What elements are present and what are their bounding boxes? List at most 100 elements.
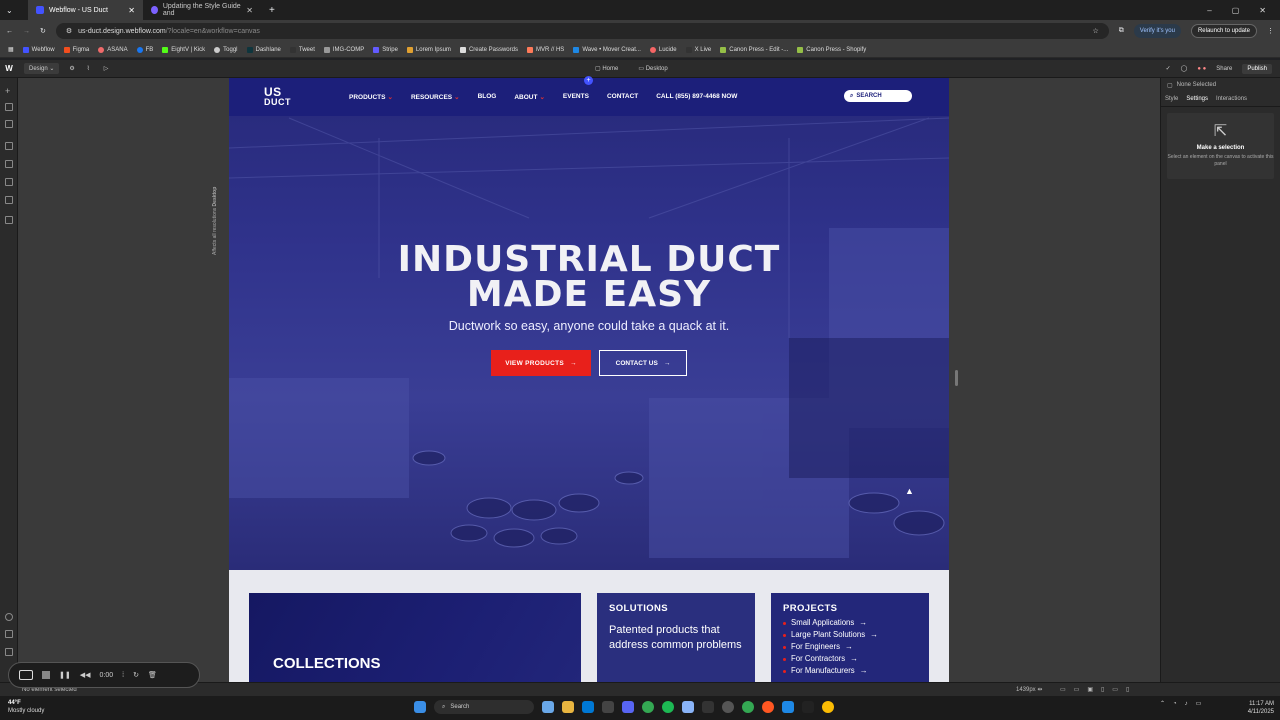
bookmark-lorem[interactable]: Lorem Ipsum <box>406 46 451 53</box>
wifi-icon[interactable]: ◔ <box>1173 701 1177 707</box>
tab-style-guide[interactable]: Updating the Style Guide and ✕ <box>143 0 261 20</box>
list-item[interactable]: Small Applications → <box>783 617 878 629</box>
settings-icon[interactable]: ⚙ <box>69 65 74 72</box>
bookmark-kick[interactable]: EightV | Kick <box>162 46 205 53</box>
bookmark-asana[interactable]: ASANA <box>98 46 128 53</box>
card-collections[interactable]: COLLECTIONS <box>249 593 581 682</box>
extensions-icon[interactable]: ⧉ <box>1119 27 1124 35</box>
verify-button[interactable]: Verify it's you <box>1133 24 1181 38</box>
bookmark-figma[interactable]: Figma <box>63 46 89 53</box>
forward-icon[interactable]: → <box>23 28 30 35</box>
tab-webflow[interactable]: Webflow - US Duct ✕ <box>28 0 143 20</box>
menu-icon[interactable]: ⋮ <box>1267 27 1274 35</box>
taskbar-search[interactable]: ⌕ Search <box>434 700 534 714</box>
bookmark-mvr[interactable]: MVR // HS <box>526 46 564 53</box>
assets-icon[interactable] <box>5 196 13 204</box>
canvas-resize-handle[interactable] <box>955 370 958 386</box>
list-item[interactable]: For Engineers → <box>783 641 878 653</box>
start-menu-icon[interactable] <box>414 701 426 713</box>
reload-icon[interactable]: ↻ <box>40 27 46 35</box>
new-tab-icon[interactable]: + <box>261 5 275 16</box>
bookmark-stripe[interactable]: Stripe <box>373 46 398 53</box>
variables-icon[interactable] <box>5 178 13 186</box>
volume-icon[interactable]: ♪ <box>1185 701 1188 707</box>
nav-products[interactable]: PRODUCTS ⌄ <box>349 93 393 101</box>
obs-icon[interactable] <box>722 701 734 713</box>
us-duct-logo[interactable]: US DUCT <box>264 86 296 107</box>
url-field[interactable]: ⚙ us-duct.design.webflow.com/?locale=en&… <box>55 23 1109 39</box>
app-icon[interactable] <box>602 701 614 713</box>
webflow-logo-icon[interactable]: W <box>0 64 18 73</box>
cms-icon[interactable] <box>5 160 13 168</box>
add-section-icon[interactable]: + <box>584 76 593 85</box>
check-icon[interactable]: ✓ <box>1166 65 1171 72</box>
spotify-icon[interactable] <box>662 701 674 713</box>
brave-icon[interactable] <box>762 701 774 713</box>
app-icon[interactable] <box>802 701 814 713</box>
bookmark-toggl[interactable]: Toggl <box>214 46 238 53</box>
tab-style[interactable]: Style <box>1165 96 1178 102</box>
collaborators-avatars[interactable]: ● ● <box>1197 66 1206 72</box>
share-button[interactable]: Share <box>1216 66 1232 72</box>
list-item[interactable]: For Contractors → <box>783 653 878 665</box>
rewind-icon[interactable]: ◀◀ <box>80 671 91 679</box>
file-explorer-icon[interactable] <box>562 701 574 713</box>
settings-gear-icon[interactable] <box>5 613 13 621</box>
chrome-icon[interactable] <box>822 701 834 713</box>
discord-icon[interactable] <box>622 701 634 713</box>
page-selector[interactable]: ▢ Home <box>595 65 618 72</box>
back-icon[interactable]: ← <box>6 28 13 35</box>
restart-icon[interactable]: ↻ <box>133 671 139 679</box>
bookmark-fb[interactable]: FB <box>136 46 153 53</box>
tab-menu-icon[interactable]: ⌄ <box>0 6 28 15</box>
bookmark-star-icon[interactable]: ☆ <box>1093 27 1099 35</box>
analytics-icon[interactable]: ⌇ <box>87 65 90 72</box>
mode-dropdown[interactable]: Design ⌄ <box>24 63 60 74</box>
preview-icon[interactable]: ▷ <box>104 65 109 72</box>
bookmark-wave[interactable]: Wave • Mover Creat... <box>573 46 641 53</box>
bookmark-img-comp[interactable]: IMG-COMP <box>323 46 364 53</box>
pause-icon[interactable]: ❚❚ <box>59 671 71 679</box>
components-icon[interactable] <box>5 142 13 150</box>
pages-icon[interactable] <box>5 103 13 111</box>
edge-icon[interactable] <box>582 701 594 713</box>
tab-interactions[interactable]: Interactions <box>1216 96 1247 102</box>
nav-resources[interactable]: RESOURCES ⌄ <box>411 93 460 101</box>
apps-grid-icon[interactable]: ▦ <box>8 46 14 53</box>
maximize-icon[interactable]: ▢ <box>1232 6 1240 15</box>
bookmark-x-live[interactable]: X Live <box>685 46 711 53</box>
battery-icon[interactable]: ▭ <box>1196 700 1202 707</box>
list-item[interactable]: Large Plant Solutions → <box>783 629 878 641</box>
help-icon[interactable] <box>5 630 13 638</box>
contact-us-button[interactable]: CONTACT US → <box>599 350 687 376</box>
close-icon[interactable]: ✕ <box>246 6 253 15</box>
bookmark-lucide[interactable]: Lucide <box>649 46 677 53</box>
bookmark-dashlane[interactable]: Dashlane <box>246 46 281 53</box>
view-products-button[interactable]: VIEW PRODUCTS → <box>491 350 591 376</box>
weather-widget[interactable]: 44°F Mostly cloudy <box>8 699 44 715</box>
breakpoint-icons[interactable]: ▭▭▣▯▭▯ <box>1060 686 1137 693</box>
add-icon[interactable]: + <box>5 86 13 96</box>
relaunch-button[interactable]: Relaunch to update <box>1190 24 1257 38</box>
publish-button[interactable]: Publish <box>1242 63 1272 74</box>
card-projects[interactable]: PROJECTS Small Applications → Large Plant… <box>771 593 929 682</box>
nav-blog[interactable]: BLOG <box>478 93 497 101</box>
tab-settings[interactable]: Settings <box>1186 96 1208 102</box>
app-icon[interactable] <box>682 701 694 713</box>
bookmark-tweet[interactable]: Tweet <box>289 46 315 53</box>
bookmark-webflow[interactable]: Webflow <box>22 46 55 53</box>
chevron-up-icon[interactable]: ⌃ <box>1160 700 1165 707</box>
chrome-icon[interactable] <box>642 701 654 713</box>
close-icon[interactable]: ✕ <box>128 6 135 15</box>
hero-section[interactable]: US DUCT PRODUCTS ⌄ RESOURCES ⌄ BLOG ABOUT ⌄… <box>229 78 949 570</box>
list-item[interactable]: For Manufacturers → <box>783 665 878 677</box>
site-frame[interactable]: US DUCT PRODUCTS ⌄ RESOURCES ⌄ BLOG ABOUT ⌄… <box>229 78 949 682</box>
terminal-icon[interactable] <box>702 701 714 713</box>
nav-call[interactable]: CALL (855) 897-4468 NOW <box>656 93 737 101</box>
camera-icon[interactable] <box>19 670 33 680</box>
nav-contact[interactable]: CONTACT <box>607 93 638 101</box>
comments-icon[interactable]: ◯ <box>1181 65 1188 72</box>
nav-events[interactable]: EVENTS <box>563 93 589 101</box>
site-info-icon[interactable]: ⚙ <box>66 27 72 35</box>
close-window-icon[interactable]: ✕ <box>1259 6 1266 15</box>
